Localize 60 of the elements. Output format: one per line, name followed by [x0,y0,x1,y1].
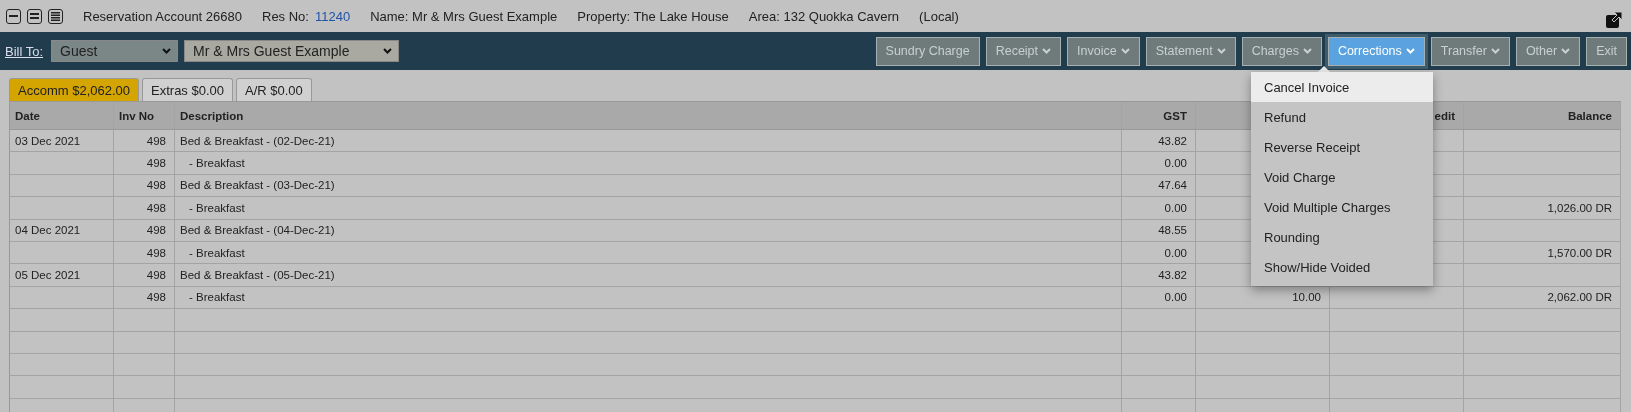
menu-item[interactable]: Show/Hide Voided [1251,252,1433,282]
list-view-icon[interactable] [48,8,63,24]
bill-to-link[interactable]: Bill To: [5,43,44,59]
bill-to-type-select[interactable]: Guest [51,40,179,62]
table-cell: Bed & Breakfast - (03-Dec-21) [175,174,1122,197]
bill-to-name-select[interactable]: Mr & Mrs Guest Example [184,40,400,62]
table-cell: 48.55 [1122,219,1196,241]
table-cell: 498 [114,174,175,197]
table-cell: Bed & Breakfast - (05-Dec-21) [175,264,1122,286]
table-cell: 47.64 [1122,174,1196,197]
table-cell: - Breakfast [175,197,1122,219]
table-cell: 498 [114,152,175,174]
table-cell: 0.00 [1122,152,1196,174]
table-cell: 498 [114,197,175,219]
table-cell: - Breakfast [175,241,1122,264]
table-cell: 1,026.00 DR [1464,197,1621,219]
table-cell: 0.00 [1122,197,1196,219]
column-header: GST [1122,102,1196,129]
menu-item[interactable]: Void Charge [1251,162,1433,192]
tab[interactable]: Extras $0.00 [142,78,233,101]
external-link-icon[interactable] [1605,11,1623,29]
table-cell: 05 Dec 2021 [10,264,114,286]
table-cell: 0.00 [1122,241,1196,264]
table-cell: - Breakfast [175,286,1122,309]
chevron-down-icon [383,48,393,54]
res-no-link[interactable]: 11240 [314,8,351,24]
table-cell: 04 Dec 2021 [10,219,114,241]
chevron-down-icon [162,48,172,54]
table-cell: 498 [114,130,175,152]
table-cell: 498 [114,241,175,264]
table-cell: 0.00 [1122,286,1196,309]
medium-view-icon[interactable] [27,8,42,24]
table-cell: 43.82 [1122,264,1196,286]
property-name: Property: The Lake House [577,8,729,24]
table-cell: 1,570.00 DR [1464,241,1621,264]
area-name: Area: 132 Quokka Cavern [748,8,900,24]
column-header: Inv No [114,102,175,129]
menu-item[interactable]: Cancel Invoice [1251,72,1433,102]
column-header: Date [10,102,114,129]
table-cell: - Breakfast [175,152,1122,174]
table-cell: 2,062.00 DR [1464,286,1621,309]
res-no-label: Res No: [262,8,309,24]
table-cell: 43.82 [1122,130,1196,152]
table-cell: 498 [114,286,175,309]
collapse-icon[interactable] [6,8,21,24]
column-header: Description [175,102,1122,129]
menu-item[interactable]: Void Multiple Charges [1251,192,1433,222]
area-scope: (Local) [919,8,959,24]
menu-item[interactable]: Rounding [1251,222,1433,252]
account-title: Reservation Account 26680 [83,8,242,24]
table-cell: Bed & Breakfast - (02-Dec-21) [175,130,1122,152]
column-header: Balance [1464,102,1621,129]
guest-name: Name: Mr & Mrs Guest Example [370,8,558,24]
menu-item[interactable]: Reverse Receipt [1251,132,1433,162]
table-cell: Bed & Breakfast - (04-Dec-21) [175,219,1122,241]
tab[interactable]: A/R $0.00 [236,78,312,101]
table-cell: 03 Dec 2021 [10,130,114,152]
table-cell: 498 [114,264,175,286]
table-cell: 498 [114,219,175,241]
tab[interactable]: Accomm $2,062.00 [9,78,139,101]
